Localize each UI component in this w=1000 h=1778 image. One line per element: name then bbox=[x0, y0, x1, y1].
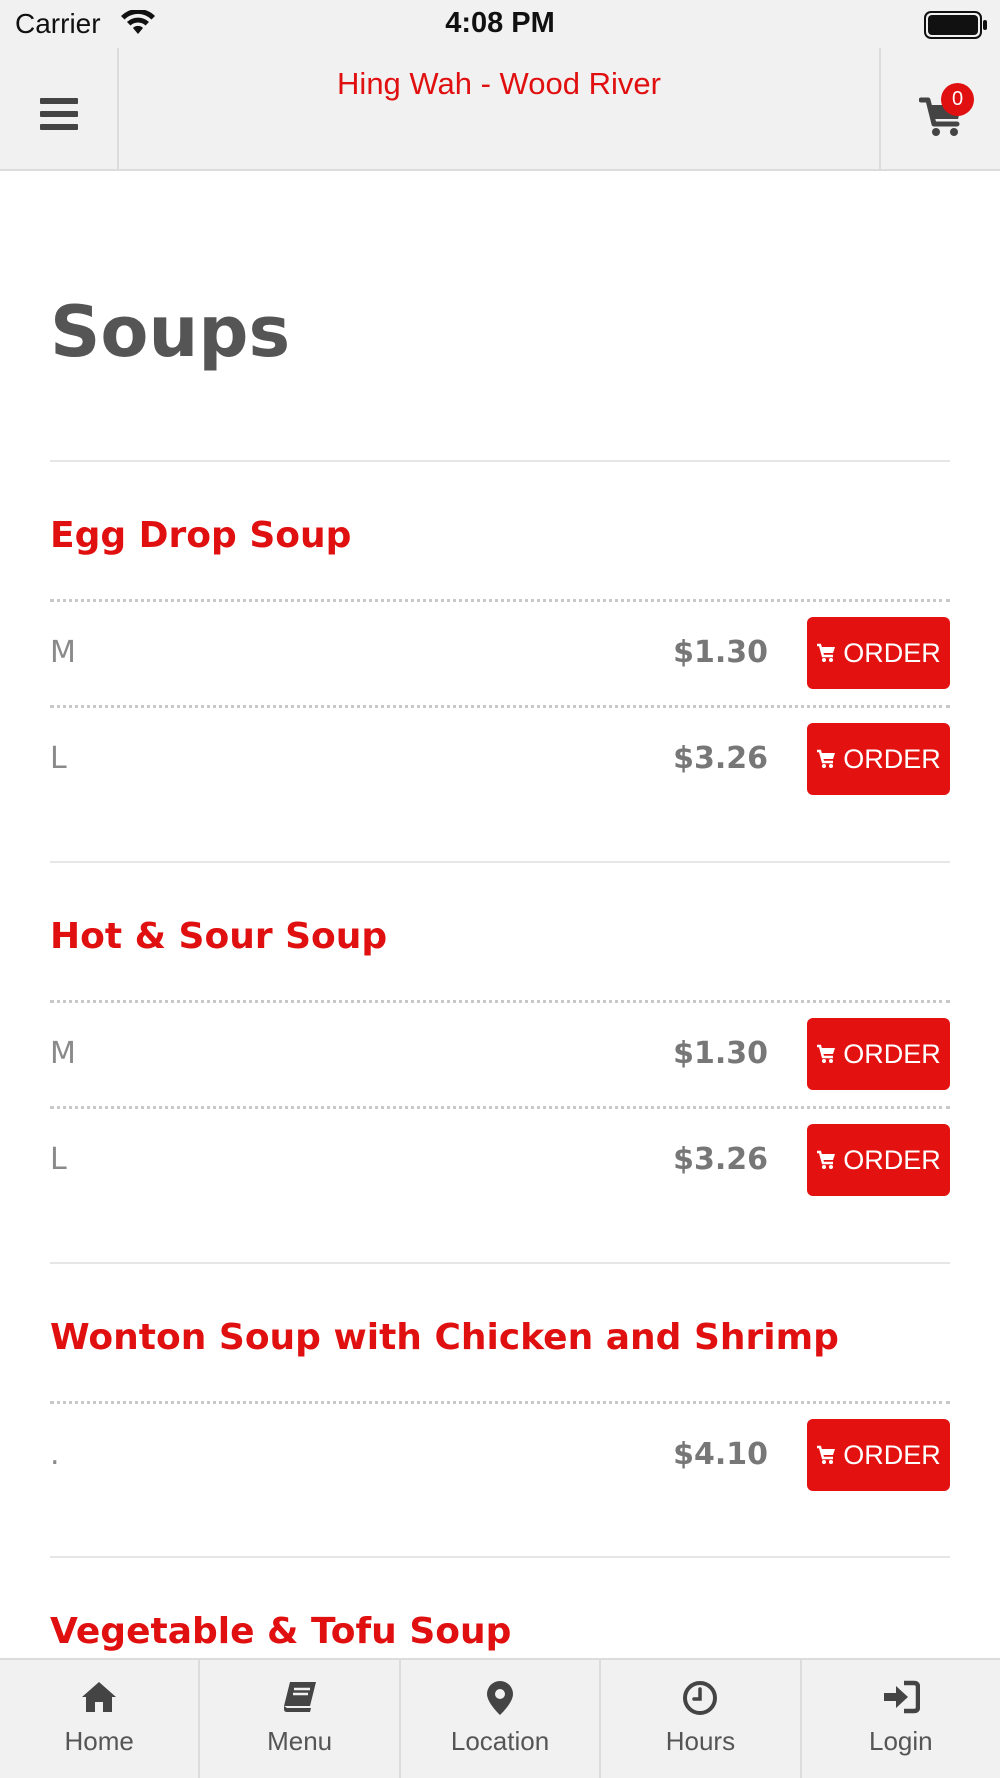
hamburger-menu-icon bbox=[40, 98, 78, 130]
price-row: M $1.30 ORDER bbox=[50, 617, 950, 689]
clock-icon bbox=[683, 1681, 718, 1715]
cart-count-badge: 0 bbox=[941, 83, 974, 116]
size-label: L bbox=[50, 741, 67, 776]
section-divider bbox=[50, 1556, 950, 1558]
battery-icon bbox=[924, 11, 988, 43]
tab-label: Home bbox=[64, 1726, 134, 1756]
clock-time: 4:08 PM bbox=[445, 7, 555, 39]
dotted-divider bbox=[50, 1106, 950, 1109]
order-button[interactable]: ORDER bbox=[807, 1419, 950, 1491]
menu-button[interactable] bbox=[0, 48, 119, 169]
bottom-tab-bar: Home Menu Location Hours Login bbox=[0, 1658, 1000, 1778]
section-divider bbox=[50, 1262, 950, 1264]
sign-in-icon bbox=[883, 1680, 920, 1714]
section-divider bbox=[50, 861, 950, 863]
price-row: L $3.26 ORDER bbox=[50, 1124, 950, 1196]
tab-label: Hours bbox=[665, 1726, 736, 1756]
tab-menu[interactable]: Menu bbox=[200, 1660, 401, 1778]
home-icon bbox=[82, 1682, 117, 1712]
menu-item-name[interactable]: Egg Drop Soup bbox=[50, 515, 351, 556]
dotted-divider bbox=[50, 599, 950, 602]
size-label: M bbox=[50, 635, 76, 670]
dotted-divider bbox=[50, 1401, 950, 1404]
map-pin-icon bbox=[487, 1681, 514, 1715]
cart-icon bbox=[817, 1445, 836, 1464]
price-row: M $1.30 ORDER bbox=[50, 1018, 950, 1090]
price: $1.30 bbox=[673, 1036, 768, 1071]
tab-label: Location bbox=[450, 1726, 550, 1756]
section-divider bbox=[50, 460, 950, 462]
menu-item-name[interactable]: Vegetable & Tofu Soup bbox=[50, 1611, 511, 1652]
dotted-divider bbox=[50, 705, 950, 708]
tab-home[interactable]: Home bbox=[0, 1660, 201, 1778]
price: $3.26 bbox=[673, 741, 768, 776]
price-row: L $3.26 ORDER bbox=[50, 723, 950, 795]
cart-icon bbox=[817, 1150, 836, 1169]
page-title: Soups bbox=[50, 291, 291, 373]
order-button-label: ORDER bbox=[843, 1439, 941, 1470]
size-label: M bbox=[50, 1036, 76, 1071]
order-button-label: ORDER bbox=[843, 637, 941, 668]
menu-item-name[interactable]: Hot & Sour Soup bbox=[50, 916, 387, 957]
price: $3.26 bbox=[673, 1142, 768, 1177]
order-button-label: ORDER bbox=[843, 1038, 941, 1069]
order-button[interactable]: ORDER bbox=[807, 1124, 950, 1196]
restaurant-name[interactable]: Hing Wah - Wood River bbox=[119, 66, 879, 102]
book-icon bbox=[283, 1682, 316, 1712]
tab-login[interactable]: Login bbox=[802, 1660, 1000, 1778]
menu-item-name[interactable]: Wonton Soup with Chicken and Shrimp bbox=[50, 1317, 839, 1358]
tab-label: Menu bbox=[267, 1726, 333, 1756]
cart-button[interactable]: 0 bbox=[879, 48, 1000, 169]
app-header: Hing Wah - Wood River 0 bbox=[0, 48, 1000, 171]
tab-location[interactable]: Location bbox=[401, 1660, 602, 1778]
cart-icon bbox=[817, 643, 836, 662]
cart-icon bbox=[817, 749, 836, 768]
tab-label: Login bbox=[869, 1726, 933, 1756]
size-label: . bbox=[50, 1437, 60, 1472]
price: $4.10 bbox=[673, 1437, 768, 1472]
order-button[interactable]: ORDER bbox=[807, 617, 950, 689]
price-row: . $4.10 ORDER bbox=[50, 1419, 950, 1491]
order-button[interactable]: ORDER bbox=[807, 723, 950, 795]
cart-icon bbox=[817, 1044, 836, 1063]
dotted-divider bbox=[50, 1000, 950, 1003]
price: $1.30 bbox=[673, 635, 768, 670]
tab-hours[interactable]: Hours bbox=[601, 1660, 802, 1778]
order-button[interactable]: ORDER bbox=[807, 1018, 950, 1090]
order-button-label: ORDER bbox=[843, 1144, 941, 1175]
order-button-label: ORDER bbox=[843, 743, 941, 774]
status-bar: Carrier 4:08 PM bbox=[0, 0, 1000, 48]
size-label: L bbox=[50, 1142, 67, 1177]
